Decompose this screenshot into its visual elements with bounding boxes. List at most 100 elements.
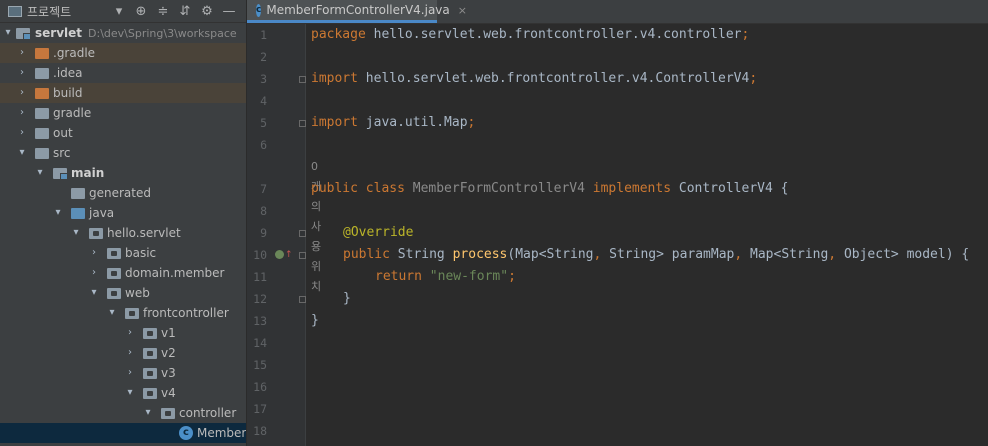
tree-label: gradle: [53, 106, 92, 120]
tree-item-servlet[interactable]: ▾ servlet D:\dev\Spring\3\workspace: [0, 23, 246, 43]
tree-item-controller[interactable]: ▾ controller: [0, 403, 246, 423]
tab-memberformcontrollerv4[interactable]: c MemberFormControllerV4.java ×: [247, 0, 467, 23]
chevron-down-icon[interactable]: ▾: [34, 163, 46, 183]
class-icon: c: [179, 426, 193, 440]
fold-marker-icon[interactable]: [299, 296, 306, 303]
chevron-right-icon[interactable]: ›: [88, 263, 100, 283]
tree-label: MemberF: [197, 426, 246, 440]
fold-marker-icon[interactable]: [299, 120, 306, 127]
view-dropdown-icon[interactable]: ▾: [108, 0, 130, 22]
tree-item-frontcontroller[interactable]: ▾ frontcontroller: [0, 303, 246, 323]
tree-item-gradle[interactable]: › gradle: [0, 103, 246, 123]
tree-item-java[interactable]: ▾ java: [0, 203, 246, 223]
tree-label: domain.member: [125, 266, 225, 280]
gear-icon[interactable]: ⚙: [196, 0, 218, 22]
chevron-down-icon[interactable]: ▾: [70, 223, 82, 243]
tree-label: .gradle: [53, 46, 96, 60]
tree-item-web[interactable]: ▾ web: [0, 283, 246, 303]
chevron-down-icon[interactable]: ▾: [52, 203, 64, 223]
tree-label: web: [125, 286, 150, 300]
tree-label: basic: [125, 246, 157, 260]
tree-item-hello-servlet[interactable]: ▾ hello.servlet: [0, 223, 246, 243]
tree-item-gradle-hidden[interactable]: › .gradle: [0, 43, 246, 63]
code-line-12: }: [343, 291, 351, 306]
close-icon[interactable]: ×: [458, 4, 467, 17]
tree-item-v4[interactable]: ▾ v4: [0, 383, 246, 403]
tree-label: v2: [161, 346, 176, 360]
hide-icon[interactable]: —: [218, 0, 240, 22]
tab-label: MemberFormControllerV4.java: [266, 3, 450, 17]
implements-method-icon[interactable]: [275, 250, 284, 259]
chevron-down-icon[interactable]: ▾: [2, 23, 14, 43]
module-icon: [53, 168, 68, 180]
tree-item-src[interactable]: ▾ src: [0, 143, 246, 163]
chevron-right-icon[interactable]: ›: [16, 103, 28, 123]
fold-marker-icon[interactable]: [299, 76, 306, 83]
project-view-selector[interactable]: 프로젝트: [0, 0, 108, 22]
tree-item-v1[interactable]: › v1: [0, 323, 246, 343]
code-text: Map<String: [742, 247, 829, 262]
module-icon: [16, 28, 31, 40]
tree-item-v2[interactable]: › v2: [0, 343, 246, 363]
chevron-down-icon[interactable]: ▾: [88, 283, 100, 303]
line-number: 5: [260, 116, 267, 130]
folder-icon: [35, 68, 49, 79]
keyword: return: [375, 269, 422, 284]
project-toolbar: 프로젝트 ▾ ⊕ ≑ ⇵ ⚙ —: [0, 0, 246, 23]
chevron-right-icon[interactable]: ›: [16, 123, 28, 143]
chevron-down-icon[interactable]: ▾: [106, 303, 118, 323]
chevron-right-icon[interactable]: ›: [16, 83, 28, 103]
code-editor: c MemberFormControllerV4.java × 1 2 3 4 …: [247, 0, 988, 446]
chevron-right-icon[interactable]: ›: [124, 363, 136, 383]
collapse-all-icon[interactable]: ⇵: [174, 0, 196, 22]
locate-icon[interactable]: ⊕: [130, 0, 152, 22]
tree-item-basic[interactable]: › basic: [0, 243, 246, 263]
keyword: public: [343, 247, 390, 262]
package-icon: [143, 328, 157, 339]
chevron-right-icon[interactable]: ›: [124, 323, 136, 343]
line-number: 1: [260, 28, 267, 42]
code-line-11: return "new-form";: [375, 266, 516, 288]
folder-icon: [35, 108, 49, 119]
chevron-down-icon[interactable]: ▾: [124, 383, 136, 403]
chevron-right-icon[interactable]: ›: [88, 243, 100, 263]
keyword: import: [311, 71, 358, 86]
tree-item-main[interactable]: ▾ main: [0, 163, 246, 183]
code-line-7: public class MemberFormControllerV4 impl…: [311, 178, 788, 200]
tree-label: v4: [161, 386, 176, 400]
tree-item-idea[interactable]: › .idea: [0, 63, 246, 83]
chevron-right-icon[interactable]: ›: [16, 63, 28, 83]
tree-label: out: [53, 126, 73, 140]
chevron-down-icon[interactable]: ▾: [142, 403, 154, 423]
code-line-9: @Override: [343, 222, 413, 244]
tree-label: java: [89, 206, 115, 220]
tree-item-generated[interactable]: generated: [0, 183, 246, 203]
folder-icon: [35, 48, 49, 59]
fold-marker-icon[interactable]: [299, 230, 306, 237]
package-icon: [107, 248, 121, 259]
expand-all-icon[interactable]: ≑: [152, 0, 174, 22]
line-number: 17: [253, 402, 267, 416]
chevron-down-icon[interactable]: ▾: [16, 143, 28, 163]
tree-label: hello.servlet: [107, 226, 181, 240]
line-number: 10: [253, 248, 267, 262]
line-number: 12: [253, 292, 267, 306]
folder-icon: [35, 88, 49, 99]
code-text: Object> model) {: [836, 247, 970, 262]
code-line-1: package hello.servlet.web.frontcontrolle…: [311, 24, 749, 46]
tree-item-domain-member[interactable]: › domain.member: [0, 263, 246, 283]
tree-item-memberformcontroller[interactable]: c MemberF: [0, 423, 246, 443]
tree-item-out[interactable]: › out: [0, 123, 246, 143]
method-name: process: [452, 247, 508, 262]
tree-label: v3: [161, 366, 176, 380]
tree-item-v3[interactable]: › v3: [0, 363, 246, 383]
code-text: ControllerV4 {: [671, 181, 789, 196]
chevron-right-icon[interactable]: ›: [16, 43, 28, 63]
tree-label-servlet: servlet: [35, 26, 83, 40]
tree-item-build[interactable]: › build: [0, 83, 246, 103]
punct: ;: [467, 115, 476, 130]
package-icon: [107, 288, 121, 299]
line-number: 11: [253, 270, 267, 284]
chevron-right-icon[interactable]: ›: [124, 343, 136, 363]
fold-marker-icon[interactable]: [299, 252, 306, 259]
